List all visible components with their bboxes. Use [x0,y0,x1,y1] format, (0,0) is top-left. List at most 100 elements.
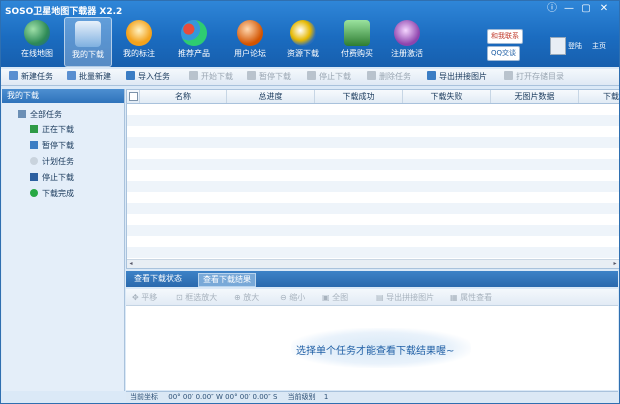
clock-icon [30,157,38,165]
ribbon-recommended[interactable]: 推荐产品 [171,17,217,65]
batch-new-button[interactable]: 批量新建 [67,71,111,83]
main-toolbar: 新建任务 批量新建 导入任务 开始下载 暂停下载 停止下载 删除任务 导出拼接图… [1,69,619,86]
open-folder-button[interactable]: 打开存储目录 [504,71,564,83]
properties-button[interactable]: ▦ 属性查看 [450,292,492,303]
table-header: 名称 总进度 下载成功 下载失败 无图片数据 下载 [127,90,619,104]
ribbon-my-downloads[interactable]: 我的下载 [64,17,112,67]
stop-icon [30,173,38,181]
table-row [127,137,619,148]
products-icon [181,20,207,46]
sidebar-item-downloading[interactable]: 正在下载 [30,124,74,136]
table-row [127,126,619,137]
delete-icon [367,71,376,80]
sidebar-item-completed[interactable]: 下载完成 [30,188,74,200]
scroll-left-icon[interactable]: ◂ [127,260,135,268]
pause-icon [247,71,256,80]
pan-button[interactable]: ✥ 平移 [132,292,157,303]
all-tasks-icon [18,110,26,118]
ribbon-bar: SOSO卫星地图下载器 X2.2 ⓘ — ▢ ✕ 在线地图 我的下载 我的标注 … [1,1,619,67]
sidebar-item-paused[interactable]: 暂停下载 [30,140,74,152]
minimize-button[interactable]: — [562,3,576,15]
download-icon [75,21,101,47]
result-hint: 选择单个任务才能查看下载结果喔~ [296,346,455,357]
status-bar: 当前坐标 00° 00′ 0.00″ W 00° 00′ 0.00″ S 当前级… [126,391,618,403]
result-toolbar: ✥ 平移 ⊡ 框选放大 ⊕ 放大 ⊖ 缩小 ▣ 全图 ▤ 导出拼接图片 ▦ 属性… [126,289,618,306]
zoom-in-button[interactable]: ⊕ 放大 [234,292,259,303]
sidebar-header: 我的下载 [2,89,124,103]
ribbon-purchase[interactable]: 付费购买 [334,17,380,65]
bottom-tabs: 查看下载状态 查看下载结果 [126,271,618,287]
table-row [127,192,619,203]
horizontal-scrollbar[interactable]: ◂ ▸ [127,259,619,268]
globe-icon [24,20,50,46]
tab-download-result[interactable]: 查看下载结果 [198,273,256,287]
home-link[interactable]: 主页 [592,41,606,51]
level-label: 当前级别 [287,393,316,401]
window-title: SOSO卫星地图下载器 X2.2 [5,7,123,17]
ribbon-register[interactable]: 注册激活 [384,17,430,65]
new-task-icon [9,71,18,80]
table-row [127,203,619,214]
login-link[interactable]: 登陆 [568,41,582,51]
sidebar-item-all[interactable]: 全部任务 [18,109,62,121]
select-all-checkbox[interactable] [127,90,140,103]
import-icon [126,71,135,80]
sidebar: 我的下载 全部任务 正在下载 暂停下载 计划任务 停止下载 下载完成 [2,89,125,391]
ribbon-forum[interactable]: 用户论坛 [227,17,273,65]
sidebar-item-stopped[interactable]: 停止下载 [30,172,74,184]
task-table: 名称 总进度 下载成功 下载失败 无图片数据 下载 ◂ ▸ [126,89,619,269]
table-row [127,104,619,115]
table-row [127,214,619,225]
level-value: 1 [323,393,329,401]
export-image-icon [427,71,436,80]
contact-badge[interactable]: 和我联系 [487,29,523,44]
stop-download-button[interactable]: 停止下载 [307,71,351,83]
column-download[interactable]: 下载 [579,90,619,103]
export-stitched-result-button[interactable]: ▤ 导出拼接图片 [376,292,434,303]
delete-task-button[interactable]: 删除任务 [367,71,411,83]
close-button[interactable]: ✕ [597,3,611,15]
column-progress[interactable]: 总进度 [227,90,315,103]
start-download-button[interactable]: 开始下载 [189,71,233,83]
table-row [127,170,619,181]
import-task-button[interactable]: 导入任务 [126,71,170,83]
check-icon [30,189,38,197]
table-row [127,236,619,247]
register-icon [394,20,420,46]
table-row [127,159,619,170]
sidebar-item-scheduled[interactable]: 计划任务 [30,156,74,168]
coords-label: 当前坐标 [130,393,158,401]
ribbon-my-markers[interactable]: 我的标注 [116,17,162,65]
map-pin-icon [126,20,152,46]
column-success[interactable]: 下载成功 [315,90,403,103]
qq-chat-badge[interactable]: QQ交谈 [487,46,521,61]
play-icon [30,125,38,133]
scroll-right-icon[interactable]: ▸ [611,260,619,268]
users-icon [237,20,263,46]
column-failed[interactable]: 下载失败 [403,90,491,103]
app-window: SOSO卫星地图下载器 X2.2 ⓘ — ▢ ✕ 在线地图 我的下载 我的标注 … [0,0,620,404]
pause-download-button[interactable]: 暂停下载 [247,71,291,83]
column-no-image[interactable]: 无图片数据 [491,90,579,103]
zoom-out-button[interactable]: ⊖ 缩小 [280,292,305,303]
table-row [127,225,619,236]
cart-icon [344,20,370,46]
tab-download-status[interactable]: 查看下载状态 [130,273,186,285]
table-row [127,247,619,258]
table-row [127,148,619,159]
resource-download-icon [290,20,316,46]
column-name[interactable]: 名称 [140,90,227,103]
table-row [127,181,619,192]
folder-icon [504,71,513,80]
full-extent-button[interactable]: ▣ 全图 [322,292,348,303]
avatar [550,37,566,55]
export-stitched-button[interactable]: 导出拼接图片 [427,71,487,83]
info-icon[interactable]: ⓘ [545,3,559,15]
zoom-box-button[interactable]: ⊡ 框选放大 [176,292,217,303]
ribbon-resource-download[interactable]: 资源下载 [280,17,326,65]
maximize-button[interactable]: ▢ [579,3,593,15]
new-task-button[interactable]: 新建任务 [9,71,53,83]
coords-value: 00° 00′ 0.00″ W 00° 00′ 0.00″ S [168,393,278,401]
stop-icon [307,71,316,80]
ribbon-online-map[interactable]: 在线地图 [14,17,60,65]
